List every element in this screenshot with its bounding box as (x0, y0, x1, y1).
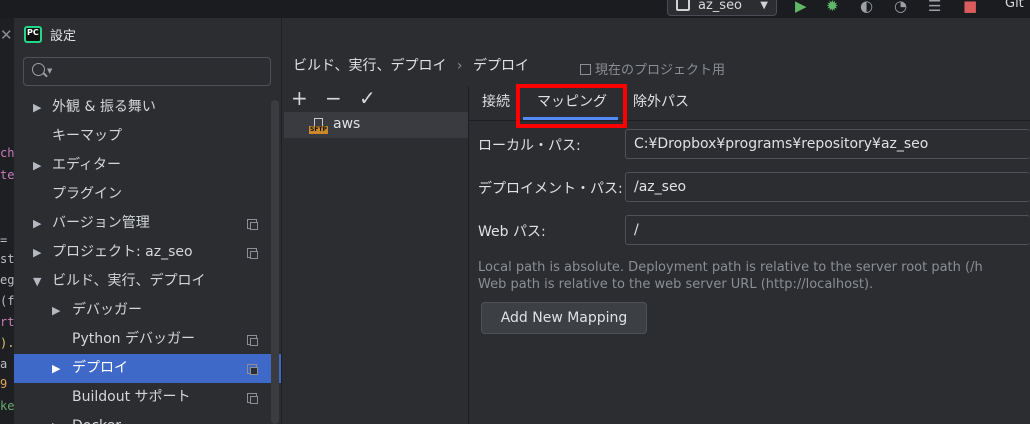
tree-item-project[interactable]: ▶ プロジェクト: az_seo (14, 238, 281, 267)
chevron-right-icon[interactable]: ▶ (52, 412, 60, 424)
tree-item-label: 外観 & 振る舞い (52, 99, 156, 115)
chevron-right-icon[interactable]: ▶ (33, 209, 41, 238)
tree-item-label: ビルド、実行、デプロイ (52, 273, 206, 289)
project-scope-icon (247, 219, 258, 230)
server-name: aws (333, 116, 361, 132)
code-fragment: = (0, 233, 8, 247)
project-scope-icon (580, 64, 591, 75)
tree-scrollbar[interactable] (271, 100, 279, 424)
code-fragment: te (0, 168, 14, 182)
code-fragment: ke (0, 399, 14, 413)
code-fragment: eg (0, 273, 14, 287)
tree-item-label: エディター (52, 157, 122, 173)
divider (468, 86, 469, 424)
tree-item-label: デバッガー (72, 302, 142, 318)
web-path-label: Web パス: (478, 224, 546, 240)
tree-item-keymap[interactable]: キーマップ (14, 122, 281, 151)
code-fragment: a (0, 357, 8, 371)
code-fragment: st (0, 252, 14, 266)
tree-item-deployment[interactable]: ▶ デプロイ (14, 354, 281, 383)
deployment-path-label: デプロイメント・パス: (478, 181, 623, 197)
tree-item-plugins[interactable]: プラグイン (14, 180, 281, 209)
chevron-right-icon[interactable]: ▶ (52, 354, 60, 383)
settings-dialog: ✕ PC 設定 ▼ ▶ 外観 & 振る舞い キーマップ ▶ エディター プラグイ… (0, 18, 1030, 424)
server-toolbar: + − ✓ (291, 86, 391, 110)
tree-item-python-debugger[interactable]: Python デバッガー (14, 325, 281, 354)
run-tests-icon[interactable]: ☰ (928, 0, 941, 14)
run-config-label: az_seo (698, 0, 743, 13)
set-default-check-icon[interactable]: ✓ (359, 86, 376, 110)
run-config-icon (676, 0, 690, 11)
tree-item-appearance[interactable]: ▶ 外観 & 振る舞い (14, 93, 281, 122)
settings-search-input[interactable]: ▼ (23, 57, 271, 86)
close-icon[interactable]: ✕ (0, 26, 13, 44)
local-path-label: ローカル・パス: (478, 138, 581, 154)
debug-icon[interactable]: ✹ (826, 0, 839, 14)
coverage-icon[interactable]: ◐ (860, 0, 873, 14)
breadcrumb: ビルド、実行、デプロイ › デプロイ (293, 55, 529, 75)
code-fragment: ch (0, 146, 14, 160)
project-scope-note: 現在のプロジェクト用 (580, 59, 725, 78)
breadcrumb-parent[interactable]: ビルド、実行、デプロイ (293, 58, 446, 74)
add-server-icon[interactable]: + (291, 86, 308, 110)
project-scope-icon (247, 248, 258, 259)
tree-item-build-execution-deployment[interactable]: ▼ ビルド、実行、デプロイ (14, 267, 281, 296)
tree-item-label: キーマップ (52, 128, 122, 144)
highlight-box (516, 84, 627, 128)
project-scope-label: 現在のプロジェクト用 (595, 63, 726, 78)
settings-tree: ▶ 外観 & 振る舞い キーマップ ▶ エディター プラグイン ▶ バージョン管… (14, 93, 281, 424)
tree-item-version-control[interactable]: ▶ バージョン管理 (14, 209, 281, 238)
tree-item-label: Python デバッガー (72, 331, 195, 347)
chevron-right-icon[interactable]: ▶ (52, 296, 60, 325)
divider (281, 18, 282, 424)
run-icon[interactable]: ▶ (795, 0, 807, 14)
tab-connection[interactable]: 接続 (482, 91, 510, 111)
chevron-down-icon: ▼ (47, 67, 53, 75)
tree-item-label: プロジェクト: az_seo (52, 244, 193, 260)
sftp-server-icon: SFTP (309, 118, 329, 134)
editor-strip: ch te = st eg (f rt ). a 9 ke (0, 18, 14, 424)
code-fragment: (f (0, 294, 14, 308)
path-hint-text: Web path is relative to the web server U… (478, 277, 874, 292)
profile-icon[interactable]: ◔ (894, 0, 907, 14)
tree-item-label: デプロイ (72, 360, 128, 376)
code-fragment: ). (0, 336, 14, 350)
chevron-right-icon[interactable]: ▶ (33, 93, 41, 122)
stop-icon[interactable]: ■ (963, 0, 977, 14)
tree-item-buildout-support[interactable]: Buildout サポート (14, 383, 281, 412)
tree-item-label: Buildout サポート (72, 389, 191, 405)
tree-item-label: プラグイン (52, 186, 122, 202)
chevron-down-icon[interactable]: ▼ (33, 267, 41, 296)
chevron-down-icon: ▼ (760, 0, 768, 11)
path-hint-text: Local path is absolute. Deployment path … (478, 260, 983, 275)
run-config-selector[interactable]: az_seo ▼ (667, 0, 777, 16)
tree-item-label: バージョン管理 (52, 215, 150, 231)
dialog-title: 設定 (50, 29, 77, 44)
search-icon (32, 63, 45, 76)
code-fragment: rt (0, 315, 14, 329)
tree-item-docker[interactable]: ▶ Docker (14, 412, 281, 424)
breadcrumb-current: デプロイ (472, 58, 529, 74)
deployment-path-field[interactable]: /az_seo (625, 172, 1030, 202)
web-path-field[interactable]: / (625, 215, 1030, 245)
project-scope-icon (247, 393, 258, 404)
tree-item-editor[interactable]: ▶ エディター (14, 151, 281, 180)
pycharm-logo-icon: PC (24, 26, 42, 43)
local-path-field[interactable]: C:¥Dropbox¥programs¥repository¥az_seo (625, 129, 1030, 159)
add-new-mapping-button[interactable]: Add New Mapping (481, 302, 647, 334)
chevron-right-icon[interactable]: ▶ (33, 151, 41, 180)
tree-item-debugger[interactable]: ▶ デバッガー (14, 296, 281, 325)
chevron-right-icon[interactable]: ▶ (33, 238, 41, 267)
ide-toolbar (0, 0, 1030, 18)
project-scope-icon (247, 364, 258, 375)
project-scope-icon (247, 335, 258, 346)
tab-excluded-paths[interactable]: 除外パス (633, 91, 689, 111)
code-fragment: 9 (0, 377, 8, 391)
server-list-item[interactable]: SFTP aws (284, 112, 468, 138)
breadcrumb-separator: › (456, 58, 463, 74)
remove-server-icon[interactable]: − (325, 86, 342, 110)
tree-item-label: Docker (72, 412, 121, 424)
git-menu[interactable]: Git (1005, 0, 1024, 11)
